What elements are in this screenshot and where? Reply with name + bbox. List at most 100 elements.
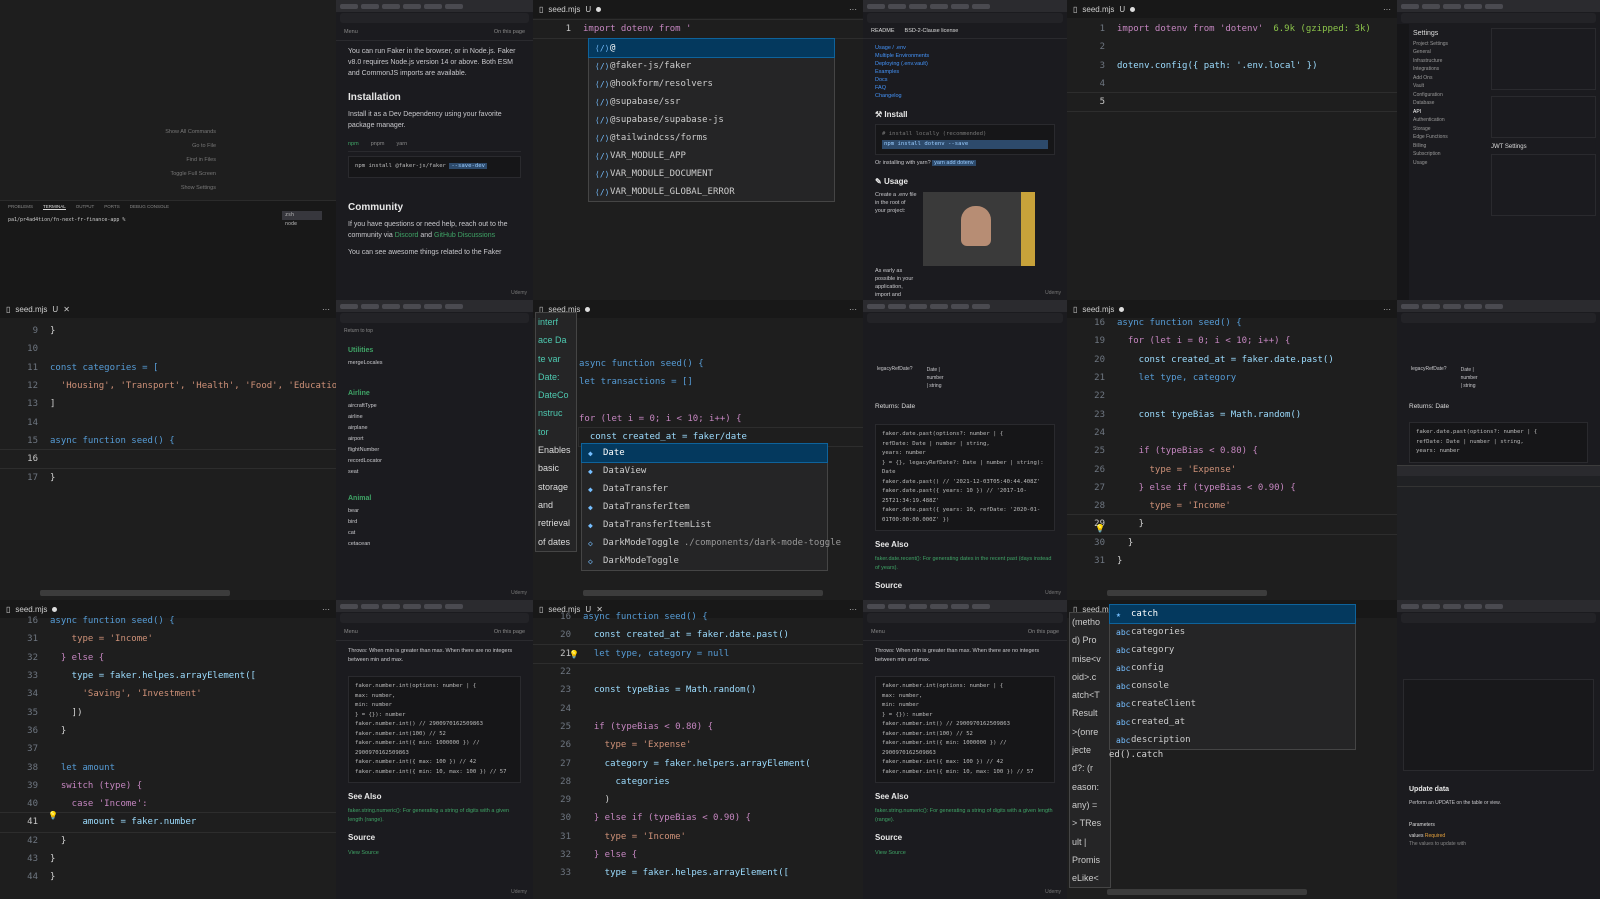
menu-item[interactable]: Add Ons	[1413, 74, 1483, 83]
view-source-link[interactable]: View Source	[875, 849, 1055, 858]
command-go-to-file[interactable]: Go to File	[116, 139, 216, 153]
suggestion-item[interactable]: abc config	[1110, 659, 1355, 677]
more-icon[interactable]: ···	[849, 305, 857, 314]
code-line[interactable]: 19 for (let i = 0; i < 10; i++) {	[1067, 332, 1397, 350]
code-line[interactable]: 32 } else {	[533, 846, 863, 864]
code-line[interactable]: 25 if (typeBias < 0.80) {	[1067, 442, 1397, 460]
code-line[interactable]: 15 async function seed() {	[0, 432, 336, 450]
terminal-item-zsh[interactable]: zsh	[282, 211, 322, 220]
suggestion-item[interactable]: abc description	[1110, 731, 1355, 749]
code-line[interactable]: 21 let type, category	[1067, 369, 1397, 387]
api-item[interactable]: airline	[348, 412, 521, 423]
code-line[interactable]: 16 async function seed() {	[0, 612, 336, 630]
menu-item[interactable]: Configuration	[1413, 91, 1483, 100]
code-line[interactable]: 4	[1067, 75, 1397, 93]
menu-item[interactable]: Authentication	[1413, 116, 1483, 125]
api-item[interactable]: cat	[348, 528, 521, 539]
code-line[interactable]: 29 )	[533, 791, 863, 809]
code-line[interactable]: 39 switch (type) {	[0, 777, 336, 795]
tab-output[interactable]: OUTPUT	[76, 204, 95, 210]
menu-item[interactable]: API	[1413, 108, 1483, 117]
api-item[interactable]: recordLocator	[348, 456, 521, 467]
code-line[interactable]: 32 } else {	[0, 649, 336, 667]
toc-item[interactable]: Multiple Environments	[875, 53, 1055, 61]
code-line[interactable]: 22	[533, 663, 863, 681]
suggestion-item[interactable]: ⟨/⟩ VAR_MODULE_APP	[589, 147, 834, 165]
suggestion-item[interactable]: ⟨/⟩ @hookform/resolvers	[589, 75, 834, 93]
code-line[interactable]: 35 ])	[0, 703, 336, 721]
close-icon[interactable]: ✕	[63, 305, 70, 314]
url-bar[interactable]	[867, 13, 1063, 23]
github-discussions-link[interactable]: GitHub Discussions	[434, 232, 495, 239]
more-icon[interactable]: ···	[322, 305, 330, 314]
code-line[interactable]: 30 } else if (typeBias < 0.90) {	[533, 809, 863, 827]
code-line[interactable]: 24	[533, 699, 863, 717]
suggestion-item[interactable]: abc created_at	[1110, 713, 1355, 731]
url-bar[interactable]	[867, 613, 1063, 623]
code-line[interactable]: 17}	[0, 468, 336, 486]
horizontal-scrollbar[interactable]	[40, 590, 230, 596]
menu-item[interactable]: Usage	[1413, 159, 1483, 168]
code-line[interactable]: 21 let type, category = null	[533, 643, 863, 664]
return-to-top[interactable]: Return to top	[336, 324, 533, 338]
api-item[interactable]: airport	[348, 434, 521, 445]
code-line[interactable]: 33 type = faker.helpes.arrayElement([	[0, 667, 336, 685]
file-tab-name[interactable]: seed.mjs	[1082, 5, 1114, 14]
view-source-link[interactable]: View Source	[348, 849, 521, 858]
url-bar[interactable]	[1401, 313, 1596, 323]
code-line[interactable]: 5	[1067, 92, 1397, 113]
url-bar[interactable]	[340, 613, 529, 623]
url-bar[interactable]	[867, 313, 1063, 323]
code-line[interactable]: 42 }	[0, 832, 336, 850]
code-line[interactable]: 22	[1067, 387, 1397, 405]
api-item[interactable]: mergeLocales	[348, 358, 521, 369]
tab-yarn[interactable]: yarn	[396, 140, 407, 149]
menu-item[interactable]: Storage	[1413, 125, 1483, 134]
code-line[interactable]: 27 category = faker.helpers.arrayElement…	[533, 754, 863, 772]
suggestion-item[interactable]: ◇ DarkModeToggle	[582, 552, 827, 570]
horizontal-scrollbar[interactable]	[1107, 590, 1267, 596]
suggestion-item[interactable]: abc createClient	[1110, 695, 1355, 713]
code-line[interactable]: 33 type = faker.helpes.arrayElement([	[533, 864, 863, 882]
tab-npm[interactable]: npm	[348, 140, 359, 149]
suggestion-item[interactable]: abc console	[1110, 677, 1355, 695]
url-bar[interactable]	[340, 313, 529, 323]
code-line[interactable]: 38 let amount	[0, 758, 336, 776]
suggestion-item[interactable]: ◆ DataTransferItemList	[582, 516, 827, 534]
lightbulb-icon[interactable]: 💡	[48, 811, 58, 820]
code-line[interactable]: for (let i = 0; i < 10; i++) {	[579, 410, 863, 428]
url-bar[interactable]	[1401, 613, 1596, 623]
tab-ports[interactable]: PORTS	[104, 204, 119, 210]
toc-item[interactable]: Usage / .env	[875, 45, 1055, 53]
menu-item[interactable]: Database	[1413, 99, 1483, 108]
on-this-page-link[interactable]: On this page	[494, 629, 525, 635]
code-line[interactable]: 25 if (typeBias < 0.80) {	[533, 718, 863, 736]
menu-item[interactable]: Edge Functions	[1413, 133, 1483, 142]
tab-license[interactable]: BSD-2-Clause license	[905, 28, 959, 34]
code-line[interactable]: 23 const typeBias = Math.random()	[533, 681, 863, 699]
code-line[interactable]: 31}	[1067, 552, 1397, 570]
code-line[interactable]: 26 type = 'Expense'	[533, 736, 863, 754]
code-line[interactable]: 12 'Housing', 'Transport', 'Health', 'Fo…	[0, 377, 336, 395]
suggestion-item[interactable]: ◆ DataTransfer	[582, 480, 827, 498]
url-bar[interactable]	[1401, 13, 1596, 23]
suggestion-item[interactable]: abc category	[1110, 641, 1355, 659]
suggestion-item[interactable]: ⟨/⟩ @faker-js/faker	[589, 57, 834, 75]
code-line[interactable]: async function seed() {	[579, 355, 863, 373]
api-item[interactable]: aircraftType	[348, 401, 521, 412]
code-input-line[interactable]: ed().catch	[1109, 750, 1163, 760]
suggestion-item[interactable]: ◆ DataView	[582, 462, 827, 480]
tab-problems[interactable]: PROBLEMS	[8, 204, 33, 210]
see-also-link[interactable]: faker.string.numeric(): For generating a…	[875, 807, 1055, 824]
toc-item[interactable]: Examples	[875, 69, 1055, 77]
tab-pnpm[interactable]: pnpm	[371, 140, 385, 149]
code-line[interactable]: 9}	[0, 322, 336, 340]
command-show-settings[interactable]: Show Settings	[116, 181, 216, 195]
api-item[interactable]: bear	[348, 506, 521, 517]
menu-item[interactable]: Infrastructure	[1413, 57, 1483, 66]
code-line[interactable]: 16	[0, 449, 336, 470]
code-line[interactable]: 24	[1067, 424, 1397, 442]
menu-item[interactable]: Billing	[1413, 142, 1483, 151]
file-tab-name[interactable]: seed.mjs	[1082, 305, 1114, 314]
code-line[interactable]: 14	[0, 413, 336, 431]
